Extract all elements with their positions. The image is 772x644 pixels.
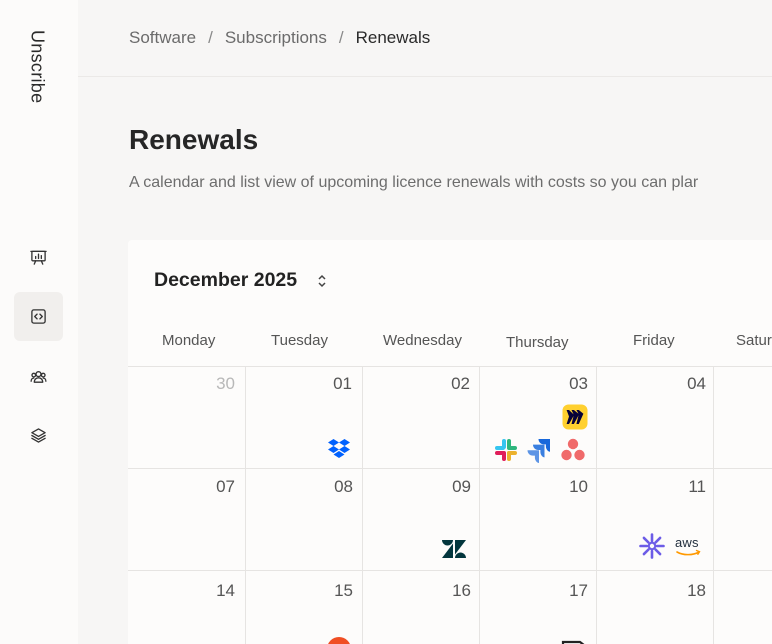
nav-software[interactable]: [14, 292, 63, 341]
month-selector[interactable]: December 2025: [154, 269, 329, 292]
breadcrumb-renewals: Renewals: [355, 28, 431, 47]
presentation-chart-icon: [30, 250, 47, 265]
app-icon[interactable]: [326, 636, 352, 644]
asana-icon[interactable]: [560, 437, 586, 463]
layers-icon: [31, 428, 46, 443]
nav-integrations[interactable]: [14, 411, 63, 460]
day-number[interactable]: 02: [430, 374, 470, 394]
day-number[interactable]: 04: [666, 374, 706, 394]
brand-name: Unscribe: [27, 30, 48, 104]
nav-users[interactable]: [14, 352, 63, 401]
grid-line: [128, 570, 772, 571]
weekday-saturday: Satur: [736, 332, 772, 349]
day-number[interactable]: 11: [666, 477, 706, 497]
page-subtitle: A calendar and list view of upcoming lic…: [129, 174, 699, 191]
day-number[interactable]: 16: [431, 581, 471, 601]
grid-line: [362, 366, 363, 644]
day-number[interactable]: 08: [313, 477, 353, 497]
month-label: December 2025: [154, 269, 298, 291]
slack-icon[interactable]: [493, 437, 519, 463]
breadcrumb-software[interactable]: Software: [129, 28, 196, 48]
topbar: Software / Subscriptions / Renewals: [78, 0, 772, 77]
dropbox-icon[interactable]: [326, 436, 352, 462]
zendesk-icon[interactable]: [441, 536, 467, 562]
calendar-card: December 2025 Monday Tuesday Wednesday T…: [128, 240, 772, 644]
day-number[interactable]: 10: [548, 477, 588, 497]
breadcrumb-subscriptions[interactable]: Subscriptions: [225, 28, 327, 48]
weekday-monday: Monday: [162, 332, 216, 349]
day-number[interactable]: 09: [431, 477, 471, 497]
weekday-friday: Friday: [633, 332, 675, 349]
day-number[interactable]: 18: [666, 581, 706, 601]
sunburst-logo-icon[interactable]: [639, 533, 665, 559]
grid-line: [596, 366, 597, 644]
breadcrumb: Software / Subscriptions / Renewals: [129, 28, 430, 48]
day-number[interactable]: 15: [313, 581, 353, 601]
grid-line: [128, 468, 772, 469]
grid-line: [245, 366, 246, 644]
grid-line: [713, 366, 714, 644]
day-number[interactable]: 07: [195, 477, 235, 497]
aws-icon[interactable]: aws: [674, 533, 704, 559]
page-title: Renewals: [129, 124, 259, 155]
day-number[interactable]: 03: [548, 374, 588, 394]
chevron-up-down-icon[interactable]: [315, 272, 329, 290]
weekday-thursday: Thursday: [506, 334, 569, 351]
day-number[interactable]: 30: [195, 374, 235, 394]
nav-reports[interactable]: [14, 233, 63, 282]
breadcrumb-separator: /: [208, 28, 213, 47]
weekday-tuesday: Tuesday: [271, 332, 328, 349]
day-number[interactable]: 17: [548, 581, 588, 601]
grid-line: [128, 366, 772, 367]
breadcrumb-separator: /: [338, 28, 344, 47]
code-icon: [31, 309, 46, 324]
sidebar: Unscribe: [0, 0, 78, 644]
weekday-wednesday: Wednesday: [383, 332, 462, 349]
day-number[interactable]: 01: [312, 374, 352, 394]
jira-icon[interactable]: [526, 437, 552, 463]
grid-line: [479, 366, 480, 644]
miro-icon[interactable]: [562, 404, 588, 430]
brand-logo[interactable]: Unscribe: [26, 30, 48, 110]
users-icon: [30, 371, 47, 383]
app-icon[interactable]: [560, 636, 586, 644]
day-number[interactable]: 14: [195, 581, 235, 601]
